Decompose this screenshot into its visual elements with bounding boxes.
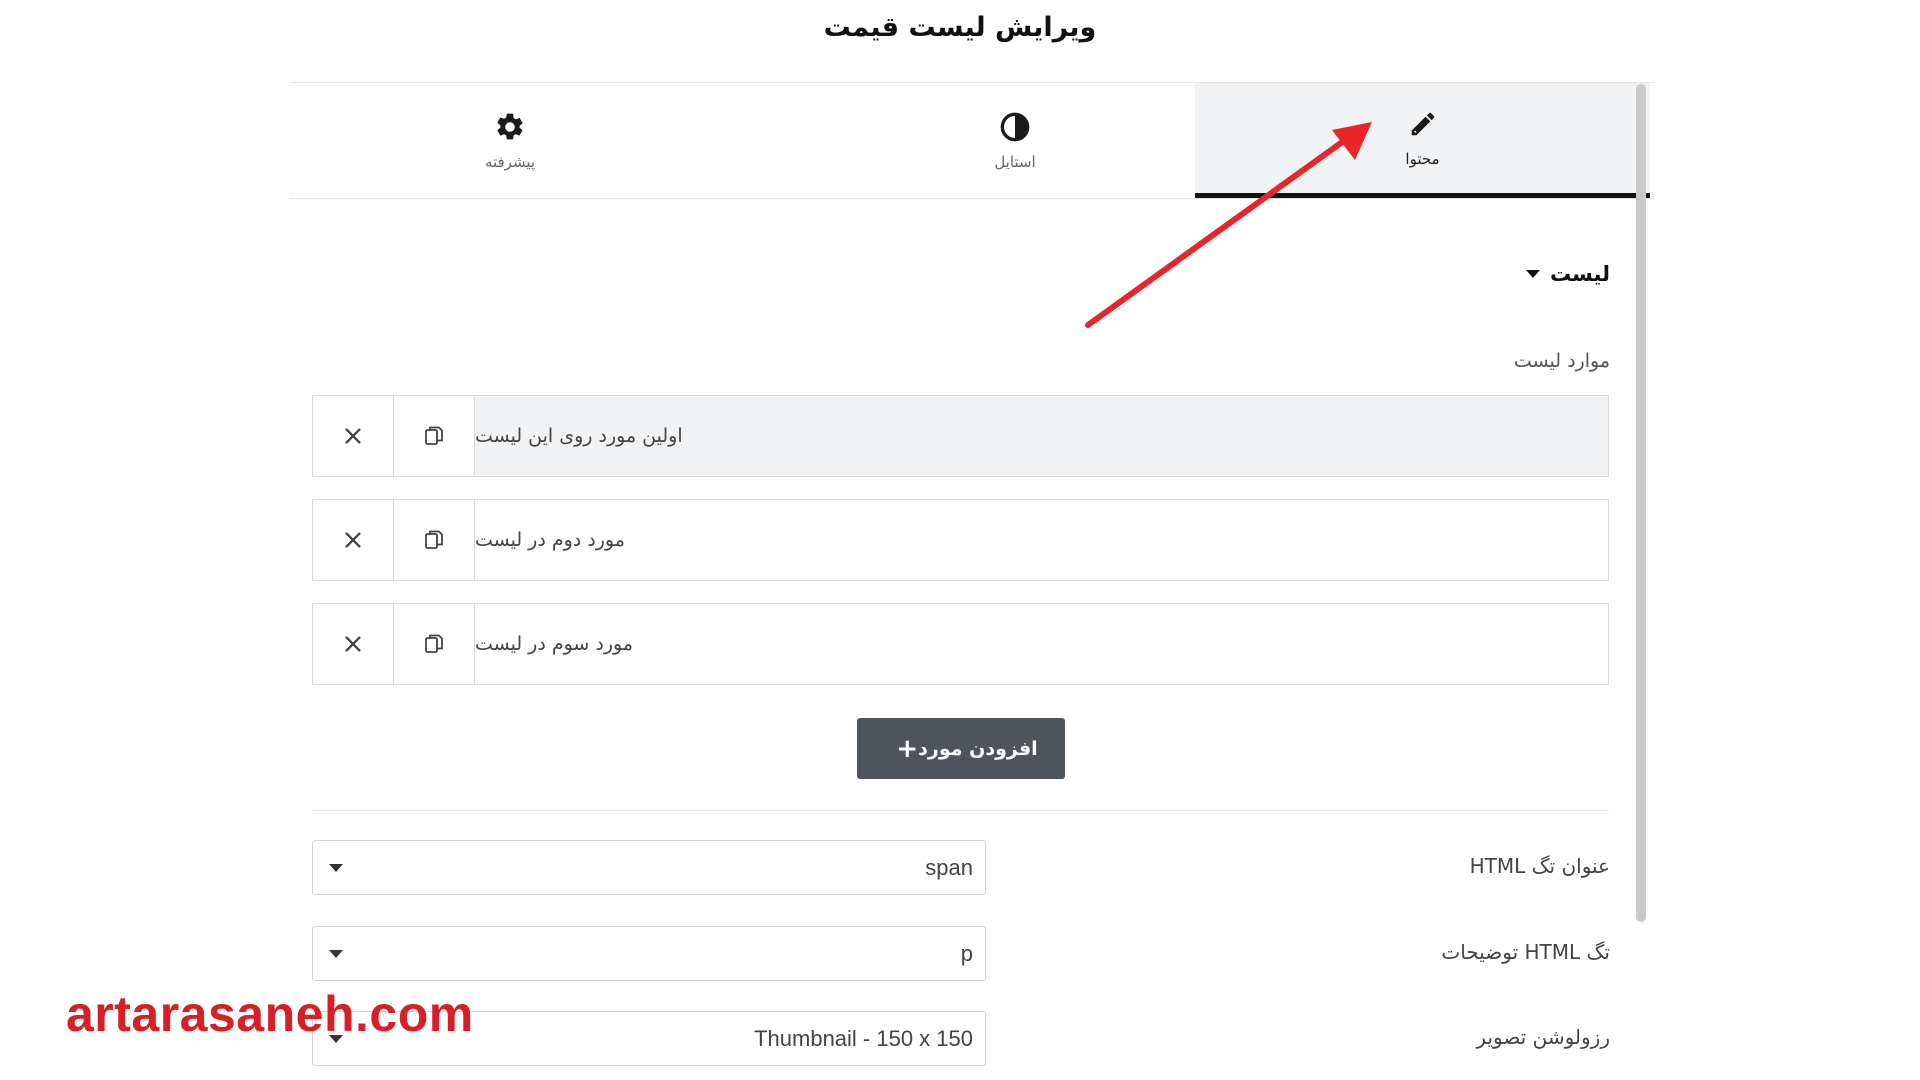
- title-tag-value: span: [925, 854, 973, 880]
- repeater-row: مورد دوم در لیست: [312, 499, 1609, 581]
- item-title[interactable]: اولین مورد روی این لیست: [475, 396, 1608, 476]
- contrast-icon: [999, 111, 1031, 143]
- section-toggle-list[interactable]: لیست: [1525, 262, 1610, 286]
- title-tag-label: عنوان تگ HTML: [1469, 854, 1610, 878]
- copy-icon: [425, 530, 443, 549]
- repeater-row: اولین مورد روی این لیست: [312, 395, 1609, 477]
- tab-style-label: استایل: [994, 152, 1036, 171]
- remove-item-button[interactable]: [313, 396, 394, 476]
- remove-item-button[interactable]: [313, 604, 394, 684]
- plus-icon: +: [896, 733, 919, 764]
- add-item-label: افزودن مورد: [918, 737, 1038, 760]
- watermark-text: artarasaneh.com: [66, 986, 474, 1042]
- description-tag-label: تگ HTML توضیحات: [1441, 940, 1610, 964]
- remove-item-button[interactable]: [313, 500, 394, 580]
- description-tag-select[interactable]: p: [312, 926, 986, 981]
- duplicate-item-button[interactable]: [394, 500, 475, 580]
- panel-tabs: محتوا استایل پیشرفته: [290, 83, 1655, 199]
- tab-content-label: محتوا: [1405, 150, 1440, 168]
- dropdown-arrow-icon: [329, 949, 343, 958]
- close-icon: [345, 428, 361, 444]
- gear-icon: [494, 111, 526, 143]
- image-resolution-value: Thumbnail - 150 x 150: [754, 1025, 973, 1051]
- description-tag-value: p: [960, 940, 973, 966]
- items-label: موارد لیست: [1513, 350, 1610, 372]
- tab-advanced[interactable]: پیشرفته: [290, 83, 730, 198]
- copy-icon: [425, 426, 443, 445]
- item-title[interactable]: مورد دوم در لیست: [475, 500, 1608, 580]
- repeater-row: مورد سوم در لیست: [312, 603, 1609, 685]
- copy-icon: [425, 634, 443, 653]
- close-icon: [345, 636, 361, 652]
- panel-scrollbar[interactable]: [1636, 84, 1646, 922]
- duplicate-item-button[interactable]: [394, 604, 475, 684]
- duplicate-item-button[interactable]: [394, 396, 475, 476]
- pencil-icon: [1407, 108, 1439, 140]
- caret-down-icon: [1525, 270, 1540, 278]
- title-tag-select[interactable]: span: [312, 840, 986, 895]
- tab-style[interactable]: استایل: [825, 83, 1205, 198]
- image-resolution-label: رزولوشن تصویر: [1476, 1025, 1610, 1049]
- add-item-button[interactable]: افزودن مورد +: [857, 718, 1065, 779]
- page-title: ویرایش لیست قیمت: [823, 12, 1097, 43]
- section-title: لیست: [1549, 262, 1610, 286]
- dropdown-arrow-icon: [329, 863, 343, 872]
- item-title[interactable]: مورد سوم در لیست: [475, 604, 1608, 684]
- close-icon: [345, 532, 361, 548]
- section-divider: [312, 810, 1609, 811]
- tab-advanced-label: پیشرفته: [484, 152, 536, 171]
- tab-content[interactable]: محتوا: [1195, 83, 1650, 198]
